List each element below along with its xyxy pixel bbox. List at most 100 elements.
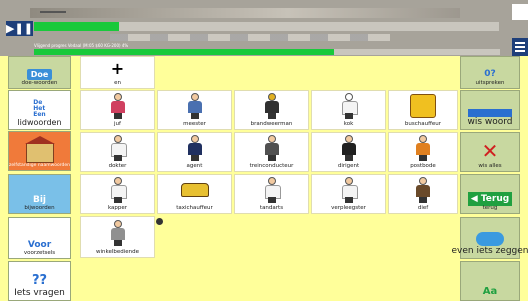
cell-en[interactable]: + en bbox=[80, 56, 155, 89]
cell-brandweerman[interactable]: brandweerman bbox=[234, 90, 309, 130]
cell-label: taxichauffeur bbox=[176, 205, 213, 211]
cat-zelfstandige-naamwoorden[interactable]: zelfstandige naamwoorden bbox=[8, 131, 71, 171]
postman-icon bbox=[389, 133, 457, 163]
cat-iets-vragen[interactable]: ?? Iets vragen bbox=[8, 261, 71, 301]
action-abc[interactable]: Aa bbox=[460, 261, 520, 301]
cell-label: dirigent bbox=[337, 163, 360, 169]
cat-label: bijwoorden bbox=[24, 205, 55, 211]
menu-button[interactable] bbox=[512, 38, 528, 56]
cell-label: dokter bbox=[108, 163, 127, 169]
cell-label: en bbox=[114, 80, 121, 86]
conductor-music-icon bbox=[312, 133, 385, 163]
bij-icon: Bij bbox=[33, 195, 46, 205]
cell-label: winkelbediende bbox=[95, 249, 140, 255]
cell-kapper[interactable]: kapper bbox=[80, 174, 155, 214]
plus-icon: + bbox=[110, 59, 125, 78]
bij-text: Bij bbox=[32, 195, 47, 205]
action-wis-alles[interactable]: ✕ wis alles bbox=[460, 132, 520, 172]
play-pause-icon: ▶❚❚ bbox=[6, 22, 33, 35]
house-people-icon bbox=[24, 136, 55, 163]
cell-label: brandweerman bbox=[250, 121, 293, 127]
cell-label: juf bbox=[114, 121, 121, 127]
cell-label: treinconducteur bbox=[249, 163, 294, 169]
cell-verpleegster[interactable]: verpleegster bbox=[311, 174, 386, 214]
cat-label: lidwoorden bbox=[17, 118, 62, 127]
nurse-icon bbox=[312, 175, 385, 205]
doe-icon: Doe bbox=[26, 69, 53, 80]
cell-tandarts[interactable]: tandarts bbox=[234, 174, 309, 214]
action-uitspreken[interactable]: 0? uitspreken bbox=[460, 56, 520, 89]
alphabet-icon: Aa bbox=[483, 279, 498, 298]
cell-postbode[interactable]: postbode bbox=[388, 132, 458, 172]
action-label: wis woord bbox=[467, 117, 513, 127]
cell-label: dief bbox=[417, 205, 429, 211]
cat-label: Iets vragen bbox=[14, 288, 65, 298]
cat-label: zelfstandige naamwoorden bbox=[8, 163, 71, 168]
shop-clerk-icon bbox=[81, 217, 154, 249]
taxi-icon bbox=[158, 175, 231, 205]
cell-juf[interactable]: juf bbox=[80, 90, 155, 130]
cat-bijwoorden[interactable]: Bij bijwoorden bbox=[8, 174, 71, 214]
cell-label: kok bbox=[343, 121, 354, 127]
cell-dokter[interactable]: dokter bbox=[80, 132, 155, 172]
cat-label: doe-woorden bbox=[21, 80, 58, 86]
blurred-title bbox=[30, 8, 460, 18]
cell-label: verpleegster bbox=[331, 205, 366, 211]
speech-bubble-icon bbox=[476, 232, 504, 246]
cat-label: voorzetsels bbox=[23, 250, 56, 256]
bus-icon bbox=[389, 91, 457, 121]
cell-label: agent bbox=[186, 163, 203, 169]
erase-all-icon: ✕ bbox=[481, 139, 499, 163]
back-arrow-icon: ◀ Terug bbox=[467, 186, 513, 206]
action-wis-woord[interactable]: wis woord bbox=[460, 90, 520, 130]
doe-icon-text: Doe bbox=[26, 69, 53, 80]
progress-bar-secondary[interactable] bbox=[34, 49, 334, 55]
cell-winkelbediende[interactable]: winkelbediende bbox=[80, 216, 155, 258]
cell-buschauffeur[interactable]: buschauffeur bbox=[388, 90, 458, 130]
cat-lidwoorden[interactable]: De Het Een lidwoorden bbox=[8, 90, 71, 130]
erase-word-icon bbox=[468, 109, 512, 117]
doctor-icon bbox=[81, 133, 154, 163]
progress-bar-primary[interactable] bbox=[34, 22, 119, 31]
dentist-icon bbox=[235, 175, 308, 205]
voor-text: Voor bbox=[27, 240, 52, 250]
hairdresser-icon bbox=[81, 175, 154, 205]
cell-kok[interactable]: kok bbox=[311, 90, 386, 130]
cat-voorzetsels[interactable]: Voor voorzetsels bbox=[8, 217, 71, 259]
firefighter-icon bbox=[235, 91, 308, 121]
teacher-woman-icon bbox=[81, 91, 154, 121]
cell-dief[interactable]: dief bbox=[388, 174, 458, 214]
window-control[interactable] bbox=[512, 4, 528, 20]
thief-icon bbox=[389, 175, 457, 205]
alphabet-text: Aa bbox=[482, 286, 498, 297]
cell-dirigent[interactable]: dirigent bbox=[311, 132, 386, 172]
cell-meester[interactable]: meester bbox=[157, 90, 232, 130]
conductor-icon bbox=[235, 133, 308, 163]
teacher-man-icon bbox=[158, 91, 231, 121]
progress-track-secondary bbox=[334, 49, 500, 55]
action-even-iets-zeggen[interactable]: even iets zeggen bbox=[452, 217, 528, 259]
cell-label: tandarts bbox=[259, 205, 284, 211]
speak-icon-text: 0? bbox=[484, 69, 496, 79]
question-icon: ?? bbox=[32, 273, 47, 288]
cell-treinconducteur[interactable]: treinconducteur bbox=[234, 132, 309, 172]
action-label: uitspreken bbox=[475, 80, 505, 86]
terug-icon-text: Terug bbox=[480, 194, 510, 204]
cell-taxichauffeur[interactable]: taxichauffeur bbox=[157, 174, 232, 214]
question-text: ?? bbox=[31, 273, 48, 288]
chef-icon bbox=[312, 91, 385, 121]
cell-label: postbode bbox=[410, 163, 436, 169]
cat-doe-woorden[interactable]: Doe doe-woorden bbox=[8, 56, 71, 89]
action-label: terug bbox=[482, 205, 498, 211]
play-pause-button[interactable]: ▶❚❚ bbox=[6, 21, 33, 36]
action-terug[interactable]: ◀ Terug terug bbox=[460, 174, 520, 214]
cell-agent[interactable]: agent bbox=[157, 132, 232, 172]
info-text: Vlijgend progres Vedaal (M:05 $60 KG-200… bbox=[34, 43, 129, 48]
lidwoorden-icon: De Het Een bbox=[33, 100, 45, 118]
speak-icon: 0? bbox=[484, 61, 495, 80]
media-bar: ▶❚❚ Vlijgend progres Vedaal (M:05 $60 KG… bbox=[0, 0, 528, 56]
voor-icon: Voor bbox=[28, 240, 51, 250]
mouse-cursor bbox=[156, 218, 163, 225]
cell-label: buschauffeur bbox=[404, 121, 442, 127]
action-label: wis alles bbox=[478, 163, 502, 169]
